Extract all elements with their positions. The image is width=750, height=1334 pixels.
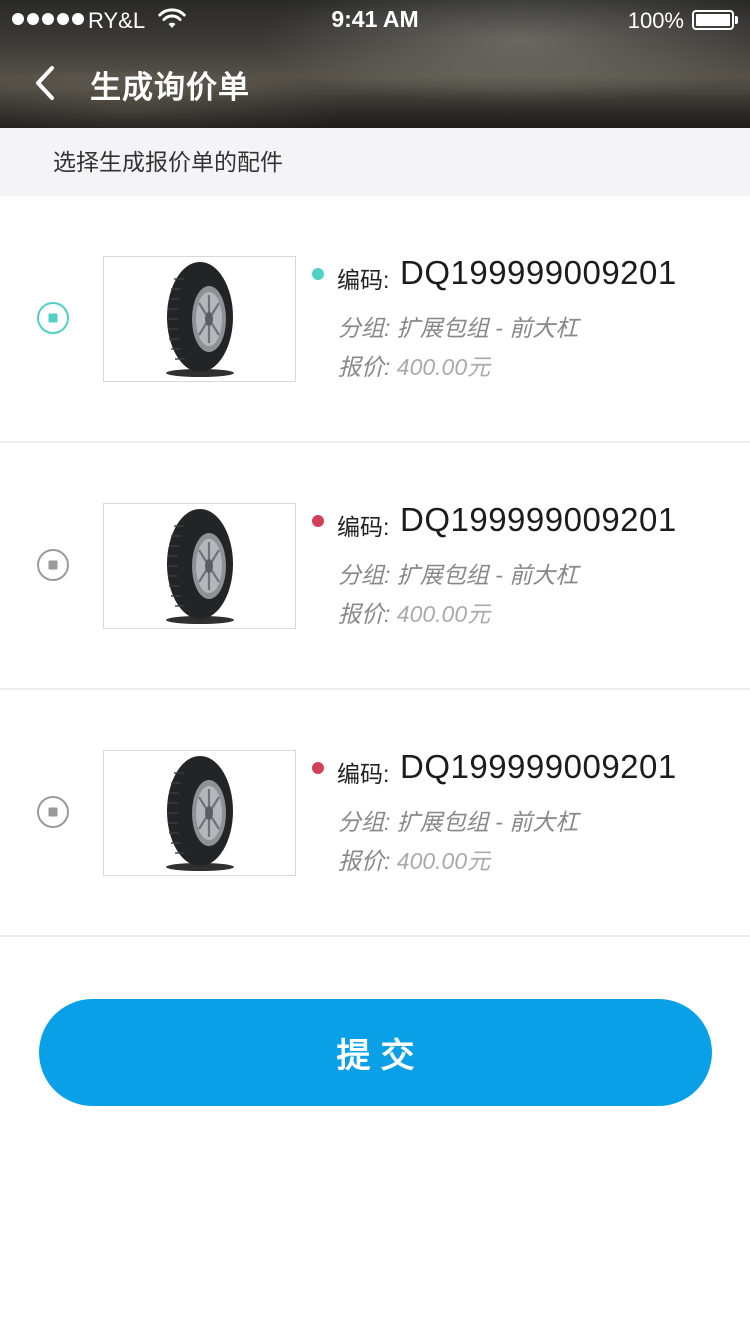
price-value: 400.00元 xyxy=(396,354,491,380)
radio-button[interactable] xyxy=(37,302,69,334)
battery-percentage: 100% xyxy=(627,8,684,33)
price-value: 400.00元 xyxy=(396,848,491,874)
submit-button[interactable]: 提交 xyxy=(39,999,712,1106)
section-hint: 选择生成报价单的配件 xyxy=(0,128,750,196)
part-code: DQ199999009201 xyxy=(400,748,677,785)
list-item[interactable]: 编码: DQ199999009201 分组: 扩展包组 - 前大杠 报价: 40… xyxy=(0,443,750,690)
battery-icon xyxy=(692,10,738,30)
price-row: 报价: 400.00元 xyxy=(338,842,490,876)
parts-list: 编码: DQ199999009201 分组: 扩展包组 - 前大杠 报价: 40… xyxy=(0,196,750,937)
group-label: 分组: xyxy=(338,562,391,588)
price-label: 报价: xyxy=(338,601,391,627)
status-dot xyxy=(312,762,324,774)
chevron-left-icon xyxy=(36,66,54,100)
part-code: DQ199999009201 xyxy=(400,254,677,291)
status-dot xyxy=(312,515,324,527)
radio-button[interactable] xyxy=(37,796,69,828)
header: RY&L 9:41 AM 100% 生成询价单 xyxy=(0,0,750,128)
price-row: 报价: 400.00元 xyxy=(338,595,490,629)
part-code: DQ199999009201 xyxy=(400,501,677,538)
tire-image[interactable] xyxy=(103,750,296,876)
tire-image[interactable] xyxy=(103,503,296,629)
status-bar: RY&L 9:41 AM 100% xyxy=(0,0,750,40)
group-row: 分组: 扩展包组 - 前大杠 xyxy=(338,556,578,590)
tire-image[interactable] xyxy=(103,256,296,382)
group-label: 分组: xyxy=(338,809,391,835)
page-title: 生成询价单 xyxy=(90,70,250,105)
price-label: 报价: xyxy=(338,354,391,380)
group-label: 分组: xyxy=(338,315,391,341)
price-label: 报价: xyxy=(338,848,391,874)
group-row: 分组: 扩展包组 - 前大杠 xyxy=(338,803,578,837)
radio-button[interactable] xyxy=(37,549,69,581)
group-value: 扩展包组 - 前大杠 xyxy=(396,809,579,835)
code-label: 编码: xyxy=(337,267,390,293)
back-button[interactable] xyxy=(24,58,74,108)
price-value: 400.00元 xyxy=(396,601,491,627)
group-value: 扩展包组 - 前大杠 xyxy=(396,315,579,341)
list-item[interactable]: 编码: DQ199999009201 分组: 扩展包组 - 前大杠 报价: 40… xyxy=(0,690,750,937)
code-label: 编码: xyxy=(337,761,390,787)
nav-bar: 生成询价单 xyxy=(0,40,750,128)
status-dot xyxy=(312,268,324,280)
group-value: 扩展包组 - 前大杠 xyxy=(396,562,579,588)
list-item[interactable]: 编码: DQ199999009201 分组: 扩展包组 - 前大杠 报价: 40… xyxy=(0,196,750,443)
group-row: 分组: 扩展包组 - 前大杠 xyxy=(338,309,578,343)
code-label: 编码: xyxy=(337,514,390,540)
price-row: 报价: 400.00元 xyxy=(338,348,490,382)
